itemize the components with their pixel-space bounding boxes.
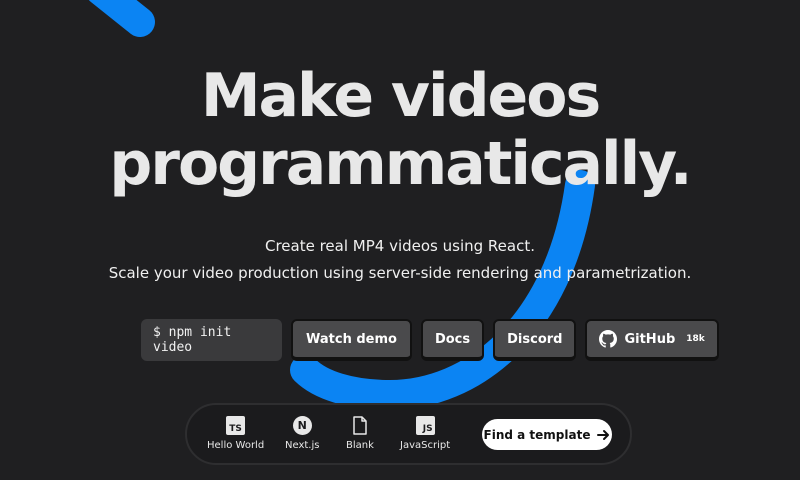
install-command[interactable]: $ npm init video — [141, 319, 282, 361]
file-icon — [353, 415, 367, 435]
find-template-button[interactable]: Find a template — [482, 419, 612, 450]
docs-button[interactable]: Docs — [420, 319, 485, 361]
github-stars-badge: 18k — [686, 334, 705, 344]
hero-title-line1: Make videos — [200, 61, 601, 131]
template-blank[interactable]: Blank — [346, 415, 374, 451]
action-row: $ npm init video Watch demo Docs Discord… — [141, 319, 719, 361]
hero-title: Make videos programmatically. — [0, 62, 800, 198]
arrow-right-icon — [597, 429, 610, 440]
javascript-icon: JS — [415, 415, 435, 435]
template-nextjs[interactable]: N Next.js — [285, 415, 319, 451]
find-template-label: Find a template — [483, 427, 591, 442]
github-icon — [599, 330, 618, 348]
watch-demo-button[interactable]: Watch demo — [291, 319, 412, 361]
template-label: JavaScript — [400, 440, 451, 451]
github-label: GitHub — [624, 331, 676, 347]
subtitle-line1: Create real MP4 videos using React. — [264, 237, 535, 255]
template-label: Blank — [346, 440, 374, 451]
template-picker: TS Hello World N Next.js Blank JS JavaSc… — [185, 403, 632, 465]
template-label: Hello World — [207, 440, 265, 451]
hero-title-line2: programmatically. — [109, 129, 692, 199]
typescript-icon: TS — [226, 415, 246, 435]
template-label: Next.js — [285, 440, 320, 451]
template-hello-world[interactable]: TS Hello World — [207, 415, 264, 451]
nextjs-icon: N — [292, 415, 312, 435]
hero-subtitle: Create real MP4 videos using React. Scal… — [0, 233, 800, 287]
subtitle-line2: Scale your video production using server… — [108, 264, 692, 282]
github-button[interactable]: GitHub 18k — [585, 319, 719, 361]
discord-button[interactable]: Discord — [493, 319, 577, 361]
template-javascript[interactable]: JS JavaScript — [400, 415, 450, 451]
